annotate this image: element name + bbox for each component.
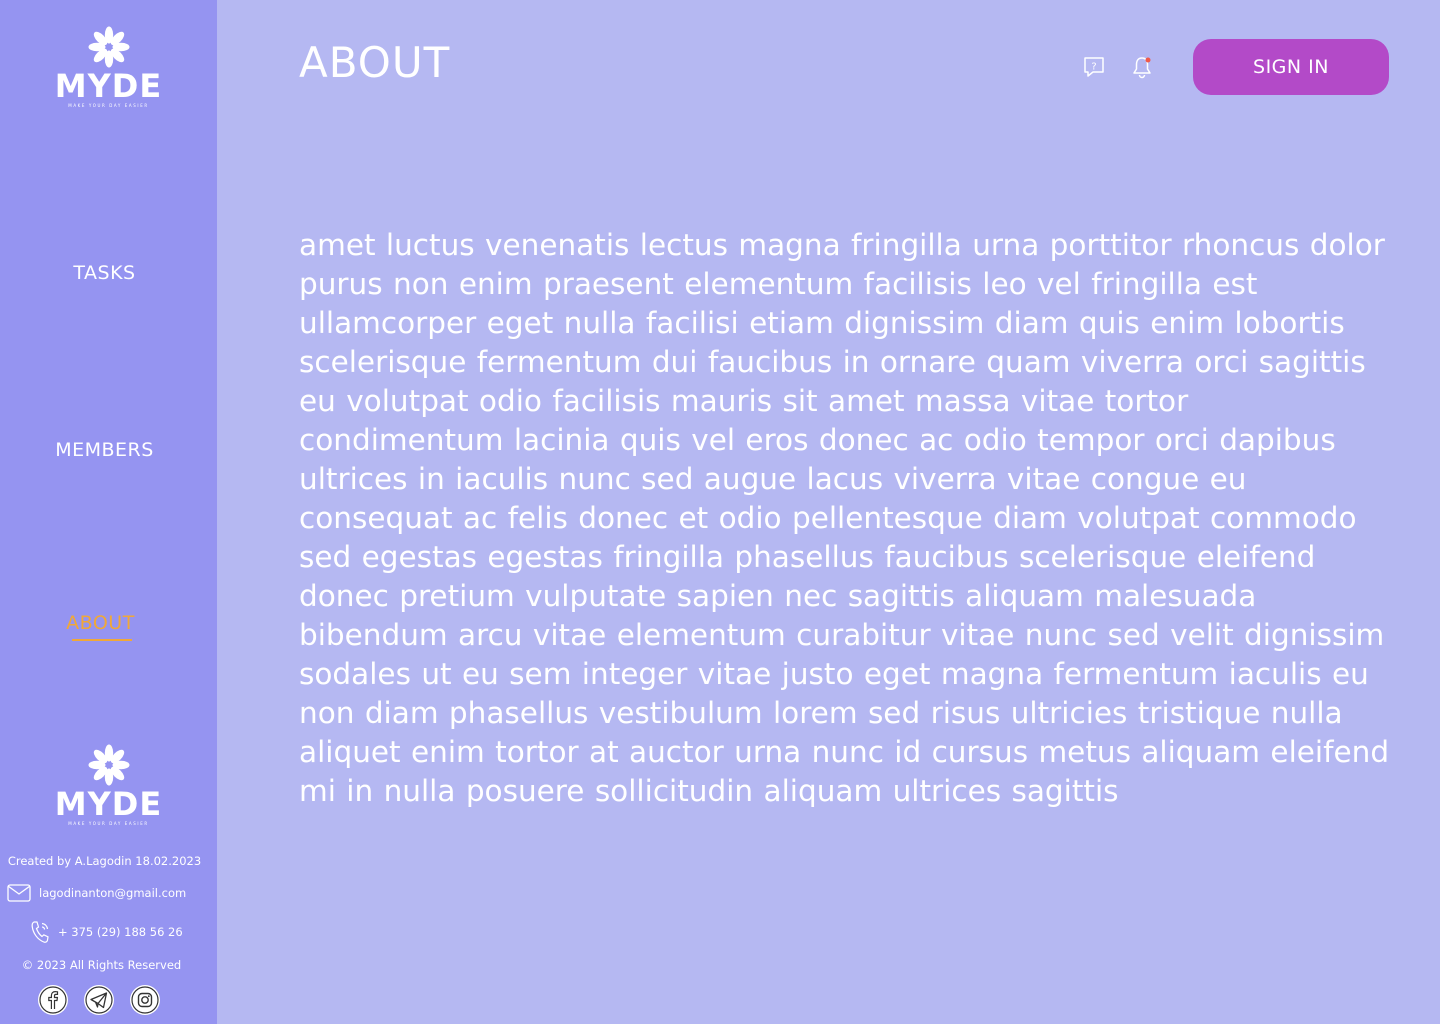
flower-logo-icon — [88, 744, 129, 786]
about-text: amet luctus venenatis lectus magna fring… — [299, 228, 1390, 808]
sign-in-button[interactable]: SIGN IN — [1193, 39, 1389, 95]
mail-icon — [7, 884, 31, 902]
facebook-icon — [39, 986, 67, 1014]
bell-icon[interactable] — [1129, 54, 1155, 80]
logo-wordmark: MYDE — [54, 785, 163, 823]
email-text: lagodinanton@gmail.com — [39, 886, 187, 900]
svg-text:?: ? — [1091, 62, 1096, 73]
instagram-icon — [131, 986, 159, 1014]
phone-icon — [31, 921, 49, 943]
sidebar: MYDE MAKE YOUR DAY EASIER TASKS MEMBERS … — [0, 0, 217, 1024]
copyright-text: © 2023 All Rights Reserved — [21, 958, 182, 972]
nav-item-tasks[interactable]: TASKS — [0, 262, 209, 284]
email-contact[interactable]: lagodinanton@gmail.com — [7, 884, 186, 902]
active-nav-underline — [72, 639, 132, 641]
created-by-text: Created by A.Lagodin 18.02.2023 — [7, 854, 202, 868]
phone-text: + 375 (29) 188 56 26 — [58, 925, 183, 939]
nav-item-members[interactable]: MEMBERS — [0, 439, 209, 461]
instagram-link[interactable] — [130, 985, 160, 1015]
facebook-link[interactable] — [38, 985, 68, 1015]
bottom-logo: MYDE MAKE YOUR DAY EASIER — [0, 743, 217, 827]
logo-tagline: MAKE YOUR DAY EASIER — [68, 103, 149, 108]
telegram-icon — [85, 986, 113, 1014]
flower-logo-icon — [88, 26, 129, 68]
nav-item-about[interactable]: ABOUT — [0, 612, 205, 634]
top-logo[interactable]: MYDE MAKE YOUR DAY EASIER — [0, 25, 217, 109]
social-links — [38, 985, 160, 1015]
logo-wordmark: MYDE — [54, 67, 163, 105]
notification-dot — [1145, 57, 1151, 63]
phone-contact[interactable]: + 375 (29) 188 56 26 — [30, 920, 183, 944]
logo-tagline: MAKE YOUR DAY EASIER — [68, 821, 149, 826]
page-title: ABOUT — [299, 38, 451, 87]
telegram-link[interactable] — [84, 985, 114, 1015]
help-chat-icon[interactable]: ? — [1081, 54, 1107, 80]
